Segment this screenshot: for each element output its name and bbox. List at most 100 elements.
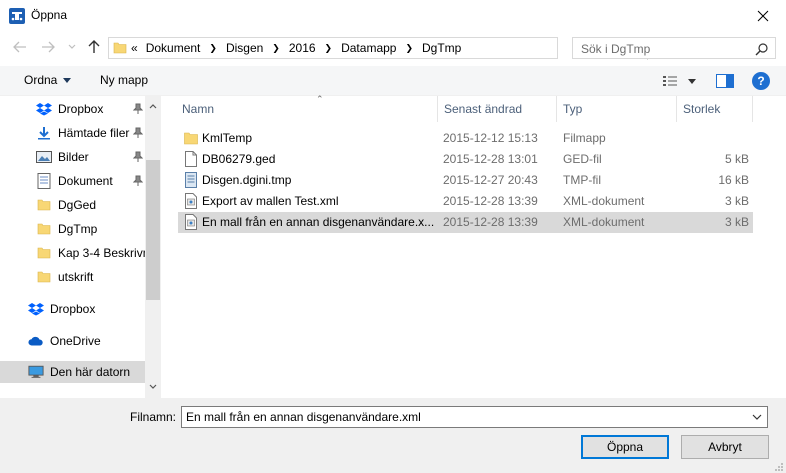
chevron-down-icon[interactable] — [145, 380, 161, 392]
download-icon — [36, 125, 52, 141]
title-bar: Öppna — [0, 0, 786, 31]
nav-item-label: utskrift — [58, 270, 94, 284]
nav-item-label: OneDrive — [50, 334, 101, 348]
file-size: 16 kB — [718, 173, 749, 187]
nav-item-label: Dropbox — [58, 102, 104, 116]
chevron-down-icon[interactable] — [751, 410, 763, 424]
column-header-date[interactable]: Senast ändrad — [438, 96, 557, 122]
view-details-icon[interactable] — [662, 74, 678, 88]
forward-arrow-icon[interactable] — [38, 37, 58, 57]
nav-item-label: Dropbox — [50, 302, 96, 316]
file-row[interactable]: DB06279.ged 2015-12-28 13:01 GED-fil 5 k… — [178, 149, 753, 170]
dialog-footer: Filnamn: En mall från en annan disgenanv… — [0, 398, 786, 473]
file-date: 2015-12-28 13:39 — [443, 194, 538, 208]
file-name: Disgen.dgini.tmp — [202, 173, 292, 187]
filename-value: En mall från en annan disgenanvändare.xm… — [186, 410, 421, 424]
xml-file-icon — [184, 193, 198, 209]
pin-icon — [132, 127, 144, 139]
chevron-up-icon[interactable] — [145, 100, 161, 112]
chevron-down-icon[interactable] — [62, 37, 82, 57]
file-list: ⌃ Namn Senast ändrad Typ Storlek KmlTemp… — [162, 94, 786, 398]
nav-item-label: Kap 3-4 Beskrivning — [58, 246, 145, 260]
file-row[interactable]: Export av mallen Test.xml 2015-12-28 13:… — [178, 191, 753, 212]
breadcrumb-item[interactable]: Disgen — [226, 41, 263, 55]
folder-icon — [184, 130, 198, 146]
file-type: GED-fil — [563, 152, 602, 166]
search-icon[interactable] — [755, 42, 769, 56]
computer-icon — [28, 364, 44, 380]
column-header-type[interactable]: Typ — [557, 96, 677, 122]
filename-field[interactable]: En mall från en annan disgenanvändare.xm… — [181, 406, 768, 428]
file-row-selected[interactable]: En mall från en annan disgenanvändare.x.… — [178, 212, 753, 233]
breadcrumb-item[interactable]: DgTmp — [422, 41, 461, 55]
organize-button[interactable]: Ordna — [24, 73, 72, 87]
address-bar[interactable]: « Dokument ❯ Disgen ❯ 2016 ❯ Datamapp ❯ … — [108, 37, 664, 60]
new-folder-button[interactable]: Ny mapp — [100, 73, 148, 87]
folder-icon — [36, 221, 52, 237]
window-title: Öppna — [31, 8, 68, 22]
breadcrumb-item[interactable]: Dokument — [146, 41, 201, 55]
file-date: 2015-12-27 20:43 — [443, 173, 538, 187]
nav-item-label: Den här datorn — [50, 365, 131, 379]
dropbox-icon — [36, 101, 52, 117]
column-header-name[interactable]: ⌃ Namn — [176, 94, 438, 122]
preview-pane-icon[interactable] — [716, 74, 734, 88]
folder-icon — [113, 41, 127, 55]
search-placeholder: Sök i DgTmp — [581, 42, 651, 56]
nav-item-documents[interactable]: Dokument — [0, 170, 145, 192]
file-name: DB06279.ged — [202, 152, 276, 166]
pin-icon — [132, 103, 144, 115]
breadcrumb-overflow[interactable]: « — [131, 41, 138, 55]
file-date: 2015-12-12 15:13 — [443, 131, 538, 145]
pin-icon — [132, 151, 144, 163]
help-icon[interactable]: ? — [752, 72, 770, 90]
file-date: 2015-12-28 13:01 — [443, 152, 538, 166]
nav-item-dropbox[interactable]: Dropbox — [0, 298, 145, 320]
nav-item-downloads[interactable]: Hämtade filer — [0, 122, 145, 144]
nav-item-label: Dokument — [58, 174, 113, 188]
file-row[interactable]: KmlTemp 2015-12-12 15:13 Filmapp — [178, 128, 753, 149]
onedrive-icon — [28, 333, 44, 349]
nav-item-pictures[interactable]: Bilder — [0, 146, 145, 168]
address-row: « Dokument ❯ Disgen ❯ 2016 ❯ Datamapp ❯ … — [0, 33, 786, 61]
column-header-size[interactable]: Storlek — [677, 96, 753, 122]
file-name: En mall från en annan disgenanvändare.x.… — [202, 215, 434, 229]
nav-item-kap[interactable]: Kap 3-4 Beskrivning — [0, 242, 145, 264]
search-input[interactable]: Sök i DgTmp — [572, 37, 776, 59]
file-row[interactable]: Disgen.dgini.tmp 2015-12-27 20:43 TMP-fi… — [178, 170, 753, 191]
nav-item-utskrift[interactable]: utskrift — [0, 266, 145, 288]
open-button[interactable]: Öppna — [581, 435, 669, 459]
file-size: 3 kB — [724, 215, 749, 229]
file-type: TMP-fil — [563, 173, 601, 187]
back-arrow-icon[interactable] — [10, 37, 30, 57]
filename-label: Filnamn: — [130, 410, 177, 424]
scrollbar-thumb[interactable] — [146, 160, 160, 300]
nav-item-label: DgGed — [58, 198, 97, 212]
cancel-button[interactable]: Avbryt — [681, 435, 769, 459]
chevron-right-icon[interactable]: ❯ — [325, 43, 333, 54]
documents-icon — [36, 173, 52, 189]
file-type: XML-dokument — [563, 194, 645, 208]
nav-item-this-pc[interactable]: Den här datorn — [0, 361, 145, 383]
caret-down-icon — [63, 77, 72, 83]
chevron-right-icon[interactable]: ❯ — [209, 43, 217, 54]
breadcrumb-item[interactable]: Datamapp — [341, 41, 396, 55]
nav-item-dropbox-quick[interactable]: Dropbox — [0, 98, 145, 120]
file-type: XML-dokument — [563, 215, 645, 229]
organize-label: Ordna — [24, 73, 58, 87]
chevron-right-icon[interactable]: ❯ — [272, 43, 280, 54]
caret-down-icon[interactable] — [686, 74, 698, 88]
resize-grip-icon[interactable] — [774, 461, 784, 471]
nav-item-onedrive[interactable]: OneDrive — [0, 330, 145, 352]
nav-item-dgged[interactable]: DgGed — [0, 194, 145, 216]
nav-item-label: Hämtade filer — [58, 126, 130, 140]
breadcrumb-item[interactable]: 2016 — [289, 41, 316, 55]
nav-scrollbar[interactable] — [145, 96, 161, 398]
nav-item-dgtmp[interactable]: DgTmp — [0, 218, 145, 240]
close-icon[interactable] — [740, 0, 786, 31]
breadcrumb: « Dokument ❯ Disgen ❯ 2016 ❯ Datamapp ❯ … — [131, 41, 461, 55]
tmp-file-icon — [184, 172, 198, 188]
chevron-right-icon[interactable]: ❯ — [405, 43, 413, 54]
up-arrow-icon[interactable] — [84, 37, 104, 57]
file-name: KmlTemp — [202, 131, 253, 145]
